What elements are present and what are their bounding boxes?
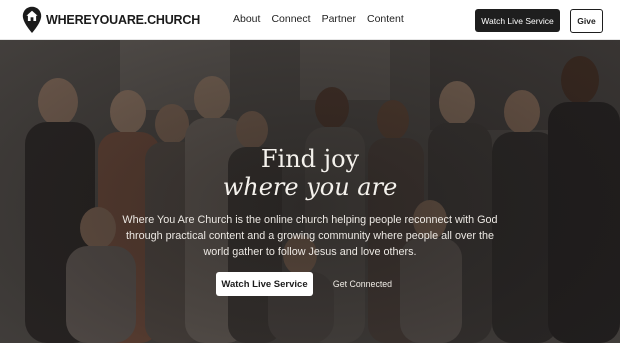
hero-headline-line1: Find joy <box>260 145 360 173</box>
hero-description: Where You Are Church is the online churc… <box>122 214 498 258</box>
get-connected-button[interactable]: Get Connected <box>325 272 400 296</box>
main-nav: About Connect Partner Content <box>233 13 404 25</box>
watch-live-service-button[interactable]: Watch Live Service <box>216 272 313 296</box>
house-pin-logo-icon <box>22 6 42 34</box>
nav-item-about[interactable]: About <box>233 13 260 25</box>
nav-item-connect[interactable]: Connect <box>271 13 310 25</box>
give-button[interactable]: Give <box>570 9 603 33</box>
site-header: WHEREYOUARE.CHURCH About Connect Partner… <box>0 0 620 40</box>
brand-name: WHEREYOUARE.CHURCH <box>46 13 201 27</box>
nav-item-partner[interactable]: Partner <box>322 13 356 25</box>
nav-item-content[interactable]: Content <box>367 13 404 25</box>
brand-logo[interactable]: WHEREYOUARE.CHURCH <box>22 6 200 34</box>
watch-live-service-header-button[interactable]: Watch Live Service <box>475 9 560 32</box>
hero-section: Find joy where you are Where You Are Chu… <box>0 40 620 343</box>
hero-headline-line2: where you are <box>222 173 398 201</box>
